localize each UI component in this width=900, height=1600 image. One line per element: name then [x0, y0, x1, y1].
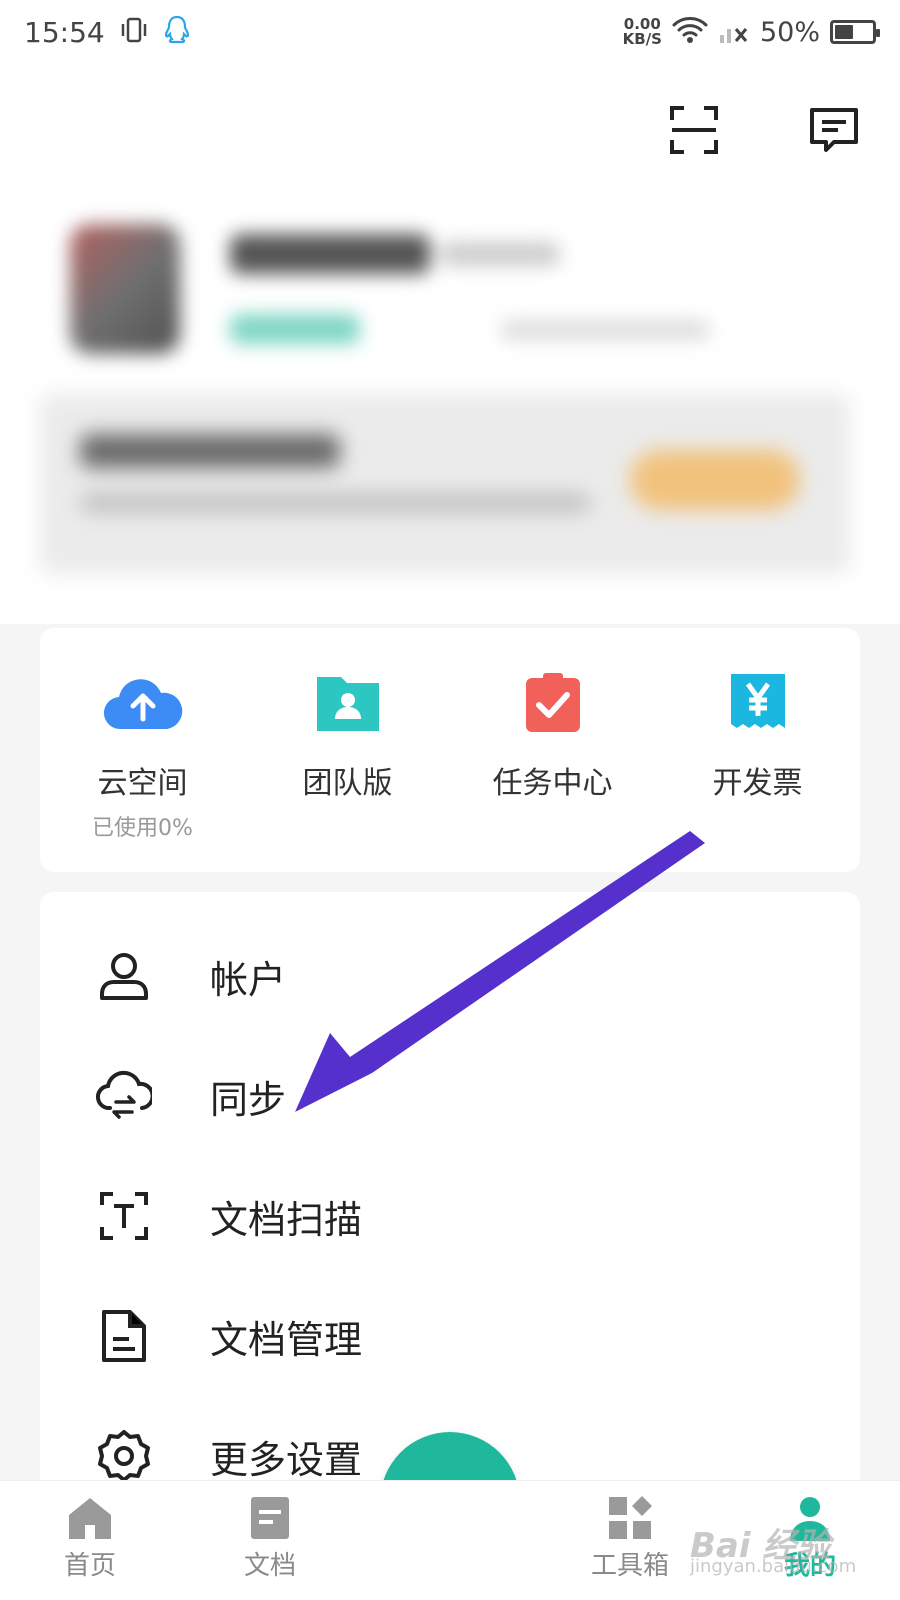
quick-action-invoice[interactable]: 开发票 [655, 628, 860, 872]
cloud-usage-text: 已使用0% [92, 816, 193, 841]
task-check-icon [513, 668, 593, 738]
message-icon [810, 108, 858, 152]
invoice-yen-icon [718, 668, 798, 738]
home-icon [69, 1498, 111, 1539]
status-bar: 15:54 0.00 KB/S 50% [0, 0, 900, 64]
network-speed: 0.00 KB/S [622, 15, 662, 48]
status-time: 15:54 [24, 15, 105, 49]
menu-item-sync[interactable]: 同步 [40, 1046, 860, 1146]
cloud-upload-icon [103, 668, 183, 738]
menu-item-label: 同步 [210, 1077, 287, 1122]
battery-icon [830, 20, 880, 44]
battery-percent: 50% [759, 16, 820, 48]
menu-item-label: 文档扫描 [210, 1197, 363, 1242]
vibrate-icon [119, 15, 149, 49]
avatar[interactable] [70, 224, 180, 354]
qq-icon [163, 14, 191, 50]
team-folder-icon [308, 668, 388, 738]
blurred-vip-banner[interactable] [40, 394, 850, 574]
quick-action-team-edition[interactable]: 团队版 [245, 628, 450, 872]
blurred-profile[interactable] [60, 214, 760, 374]
quick-action-label: 云空间 [97, 766, 188, 801]
nav-documents[interactable]: 文档 [180, 1481, 360, 1600]
menu-item-document-scan[interactable]: 文档扫描 [40, 1166, 860, 1266]
scan-frame-icon [670, 106, 718, 154]
settings-menu: 帐户 同步 文档扫描 文档管理 更多设置 [40, 892, 860, 1512]
nav-label: 工具箱 [590, 1551, 669, 1581]
quick-action-task-center[interactable]: 任务中心 [450, 628, 655, 872]
menu-item-account[interactable]: 帐户 [40, 926, 860, 1026]
document-tab-icon [251, 1497, 289, 1539]
text-scan-icon [96, 1188, 152, 1244]
toolbox-icon [609, 1496, 652, 1539]
quick-action-label: 任务中心 [492, 766, 613, 801]
menu-item-label: 帐户 [210, 957, 287, 1002]
quick-action-cloud-space[interactable]: 云空间 已使用0% [40, 628, 245, 872]
gear-icon [96, 1428, 152, 1484]
watermark-url: jingyan.baidu.com [690, 1556, 857, 1577]
menu-item-label: 更多设置 [210, 1437, 363, 1482]
quick-action-label: 开发票 [712, 766, 803, 801]
quick-action-label: 团队版 [302, 766, 393, 801]
person-icon [96, 948, 152, 1004]
document-icon [96, 1308, 152, 1364]
scan-button[interactable] [668, 104, 720, 156]
menu-item-label: 文档管理 [210, 1317, 363, 1362]
wifi-icon [672, 15, 708, 49]
nav-camera-slot [360, 1481, 540, 1600]
messages-button[interactable] [808, 104, 860, 156]
cloud-sync-icon [96, 1068, 152, 1124]
nav-label: 文档 [243, 1551, 296, 1581]
signal-no-service-icon [718, 15, 750, 49]
battery-level [835, 25, 853, 39]
nav-home[interactable]: 首页 [0, 1481, 180, 1600]
menu-item-document-management[interactable]: 文档管理 [40, 1286, 860, 1386]
quick-actions-card: 云空间 已使用0% 团队版 任务中心 开发票 [40, 628, 860, 872]
profile-header [0, 64, 900, 624]
nav-label: 首页 [63, 1551, 116, 1581]
